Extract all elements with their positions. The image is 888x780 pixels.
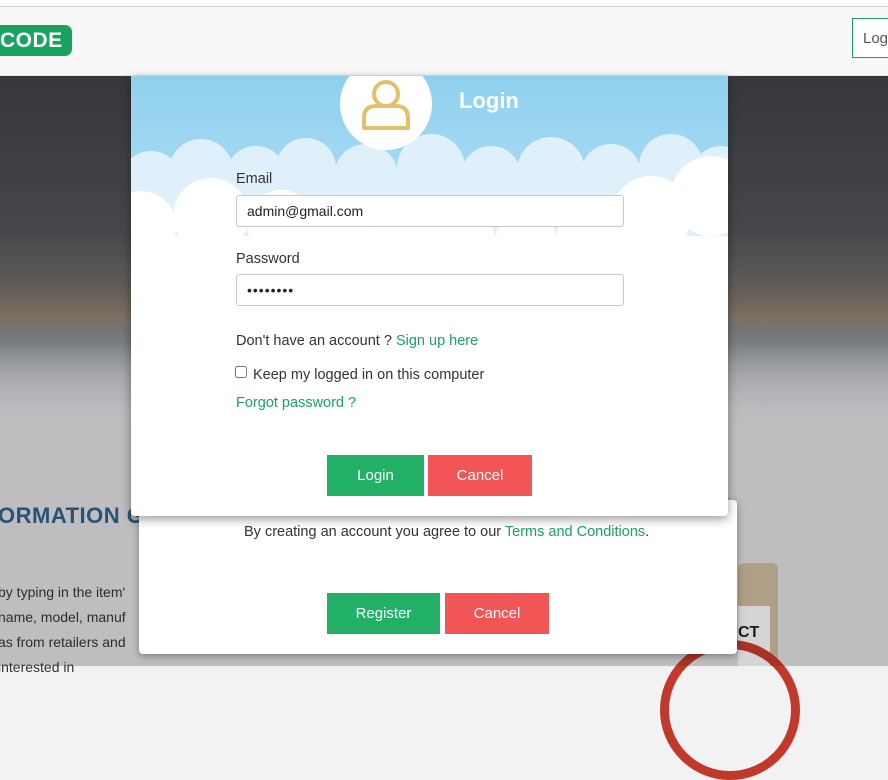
user-icon xyxy=(362,80,410,130)
no-account-text: Don't have an account ? xyxy=(236,333,396,349)
terms-suffix: . xyxy=(645,524,650,540)
terms-text: By creating an account you agree to our … xyxy=(244,522,664,543)
login-cancel-button[interactable]: Cancel xyxy=(428,455,532,496)
forgot-password-link[interactable]: Forgot password ? xyxy=(236,395,356,411)
user-avatar xyxy=(340,76,432,150)
register-button[interactable]: Register xyxy=(327,593,440,634)
terms-prefix: By creating an account you agree to our xyxy=(244,524,505,540)
login-title: Login xyxy=(459,88,519,113)
navbar: CODE Log xyxy=(0,7,888,76)
signup-link[interactable]: Sign up here xyxy=(396,333,478,349)
password-input[interactable]: •••••••• xyxy=(236,274,624,306)
signup-prompt: Don't have an account ? Sign up here xyxy=(236,333,478,349)
keep-logged-label[interactable]: Keep my logged in on this computer xyxy=(253,367,484,383)
email-label: Email xyxy=(236,171,273,187)
password-label: Password xyxy=(236,251,300,267)
forgot-password-text[interactable]: Forgot password ? xyxy=(236,395,356,411)
login-modal: Login Email admin@gmail.com Password •••… xyxy=(131,76,728,516)
browser-top-edge xyxy=(0,0,888,7)
email-input[interactable]: admin@gmail.com xyxy=(236,195,624,227)
terms-link[interactable]: Terms and Conditions xyxy=(505,524,645,540)
register-cancel-button[interactable]: Cancel xyxy=(445,593,549,634)
register-modal: By creating an account you agree to our … xyxy=(139,500,737,654)
keep-logged-checkbox[interactable] xyxy=(235,366,247,378)
site-logo[interactable]: CODE xyxy=(0,25,72,56)
nav-login-button[interactable]: Log xyxy=(852,18,888,58)
login-button[interactable]: Login xyxy=(327,455,424,496)
